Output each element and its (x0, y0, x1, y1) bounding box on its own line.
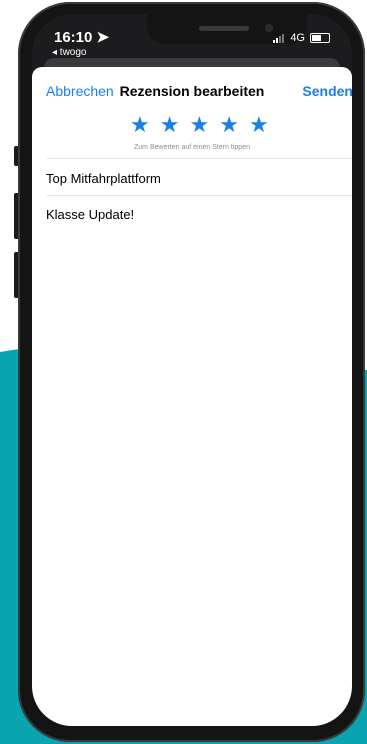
divider (46, 195, 352, 196)
speaker (199, 26, 249, 31)
send-button[interactable]: Senden (302, 83, 352, 99)
cancel-button[interactable]: Abbrechen (46, 83, 114, 99)
status-time: 16:10 ➤ (54, 29, 110, 46)
star-icon[interactable]: ★ (249, 114, 269, 136)
signal-icon (273, 33, 285, 43)
camera (265, 24, 273, 32)
network-label: 4G (290, 32, 305, 44)
status-indicators: 4G (273, 32, 330, 44)
review-sheet: Rezension bearbeiten Abbrechen Senden ★ … (32, 67, 352, 726)
back-to-app-link[interactable]: ◂ twogo (52, 47, 86, 58)
review-title-field[interactable]: Top Mitfahrplattform (46, 171, 161, 186)
rating-hint: Zum Bewerten auf einen Stern tippen (134, 144, 250, 151)
phone-screen: 16:10 ➤ ◂ twogo 4G Rezension bearbeiten … (32, 14, 352, 726)
review-body-field[interactable]: Klasse Update! (46, 207, 134, 222)
battery-icon (310, 33, 330, 43)
divider (46, 158, 352, 159)
star-icon[interactable]: ★ (189, 114, 209, 136)
star-icon[interactable]: ★ (219, 114, 239, 136)
star-icon[interactable]: ★ (130, 114, 150, 136)
star-icon[interactable]: ★ (160, 114, 180, 136)
star-rating[interactable]: ★ ★ ★ ★ ★ (130, 114, 269, 136)
